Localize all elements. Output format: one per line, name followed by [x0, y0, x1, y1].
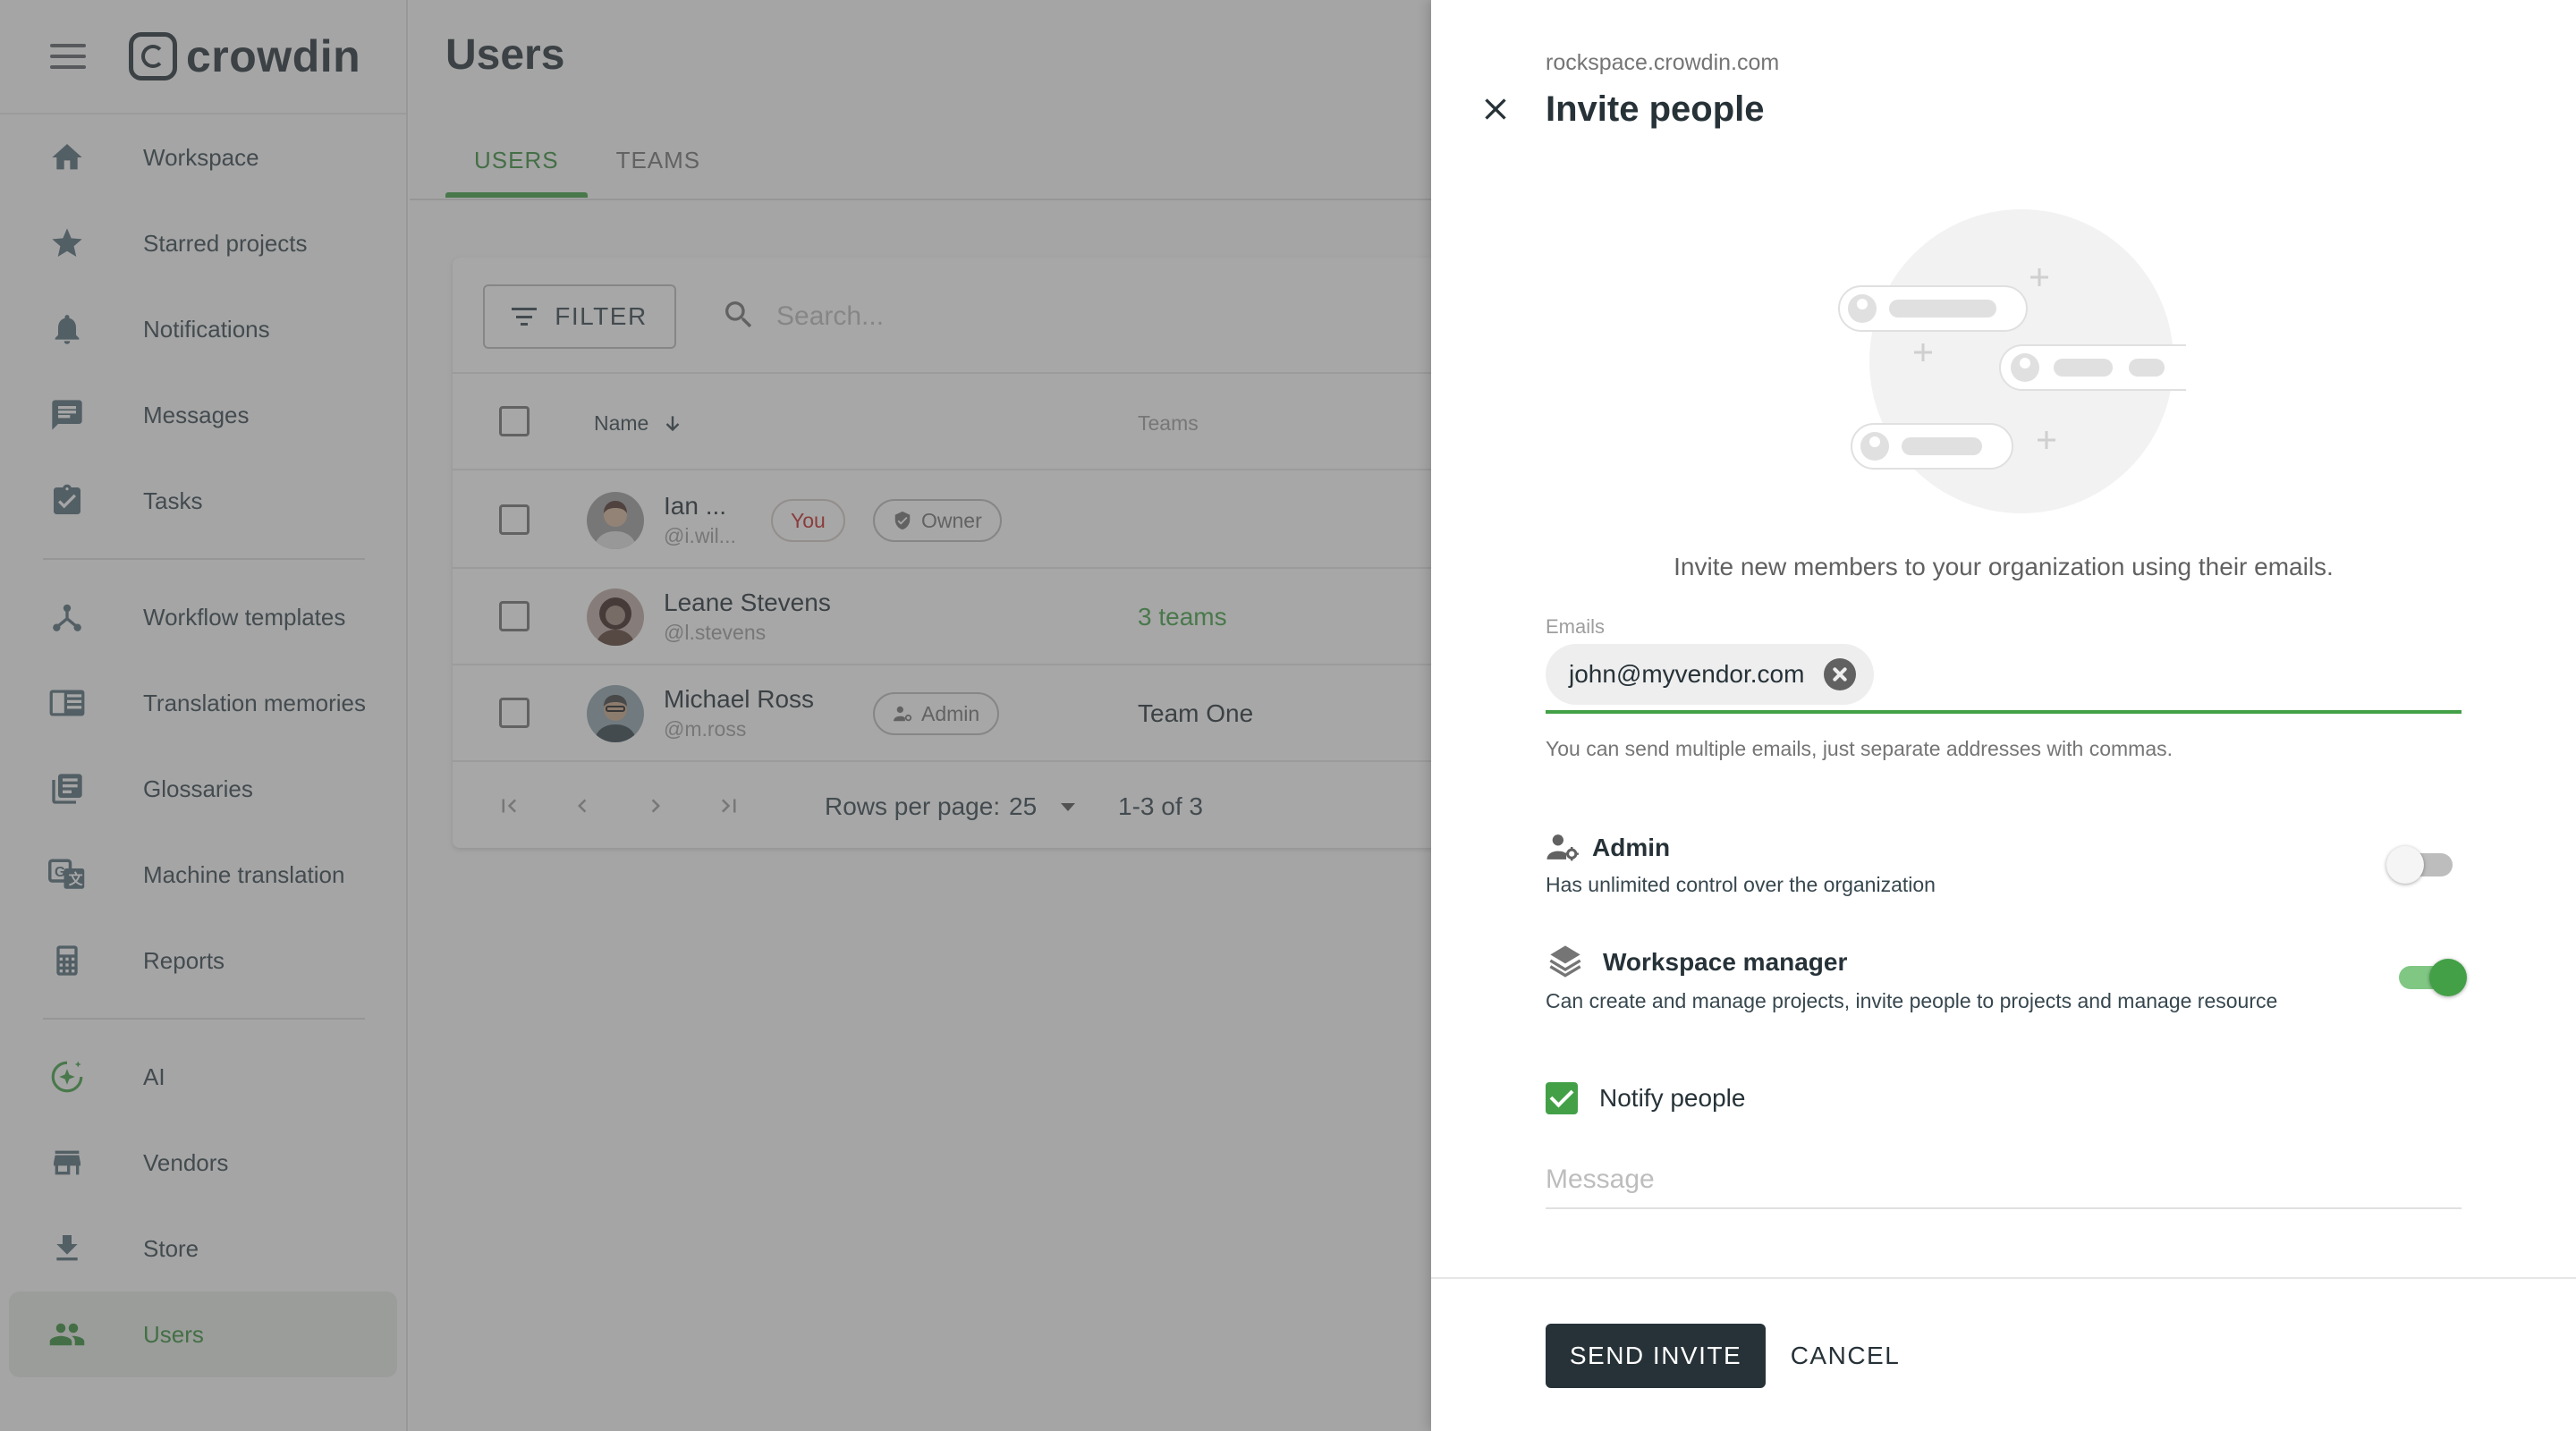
- admin-user-icon: [1546, 830, 1581, 866]
- remove-email-icon[interactable]: [1824, 658, 1857, 690]
- emails-helper-text: You can send multiple emails, just separ…: [1546, 737, 2173, 760]
- email-chip: john@myvendor.com: [1546, 644, 1875, 705]
- organization-domain: rockspace.crowdin.com: [1546, 50, 1780, 75]
- notify-people-label: Notify people: [1599, 1084, 1746, 1112]
- emails-field[interactable]: john@myvendor.com: [1546, 640, 2462, 714]
- admin-toggle[interactable]: [2386, 844, 2458, 884]
- modal-backdrop[interactable]: [0, 0, 1431, 1431]
- emails-field-label: Emails: [1546, 615, 1606, 638]
- email-chip-label: john@myvendor.com: [1569, 660, 1805, 688]
- dialog-title: Invite people: [1546, 89, 1765, 129]
- workspace-manager-option-description: Can create and manage projects, invite p…: [1546, 989, 2278, 1012]
- message-field: [1546, 1154, 2462, 1209]
- admin-option-description: Has unlimited control over the organizat…: [1546, 873, 1936, 896]
- checkbox-checked-icon: [1546, 1082, 1578, 1114]
- invite-people-dialog: rockspace.crowdin.com Invite people Invi…: [1431, 0, 2576, 1431]
- dialog-footer-divider: [1431, 1277, 2576, 1279]
- invite-intro-text: Invite new members to your organization …: [1674, 553, 2334, 580]
- workspace-manager-option-title: Workspace manager: [1603, 948, 1848, 976]
- workspace-manager-toggle[interactable]: [2394, 957, 2467, 996]
- cancel-button[interactable]: CANCEL: [1778, 1324, 1912, 1388]
- admin-option-title: Admin: [1592, 834, 1671, 861]
- message-input[interactable]: [1546, 1154, 2462, 1206]
- close-icon[interactable]: [1478, 91, 1513, 127]
- send-invite-button[interactable]: SEND INVITE: [1546, 1324, 1766, 1388]
- notify-people-checkbox[interactable]: Notify people: [1546, 1082, 1745, 1114]
- layers-icon: [1547, 943, 1583, 978]
- invite-illustration: [1834, 204, 2224, 526]
